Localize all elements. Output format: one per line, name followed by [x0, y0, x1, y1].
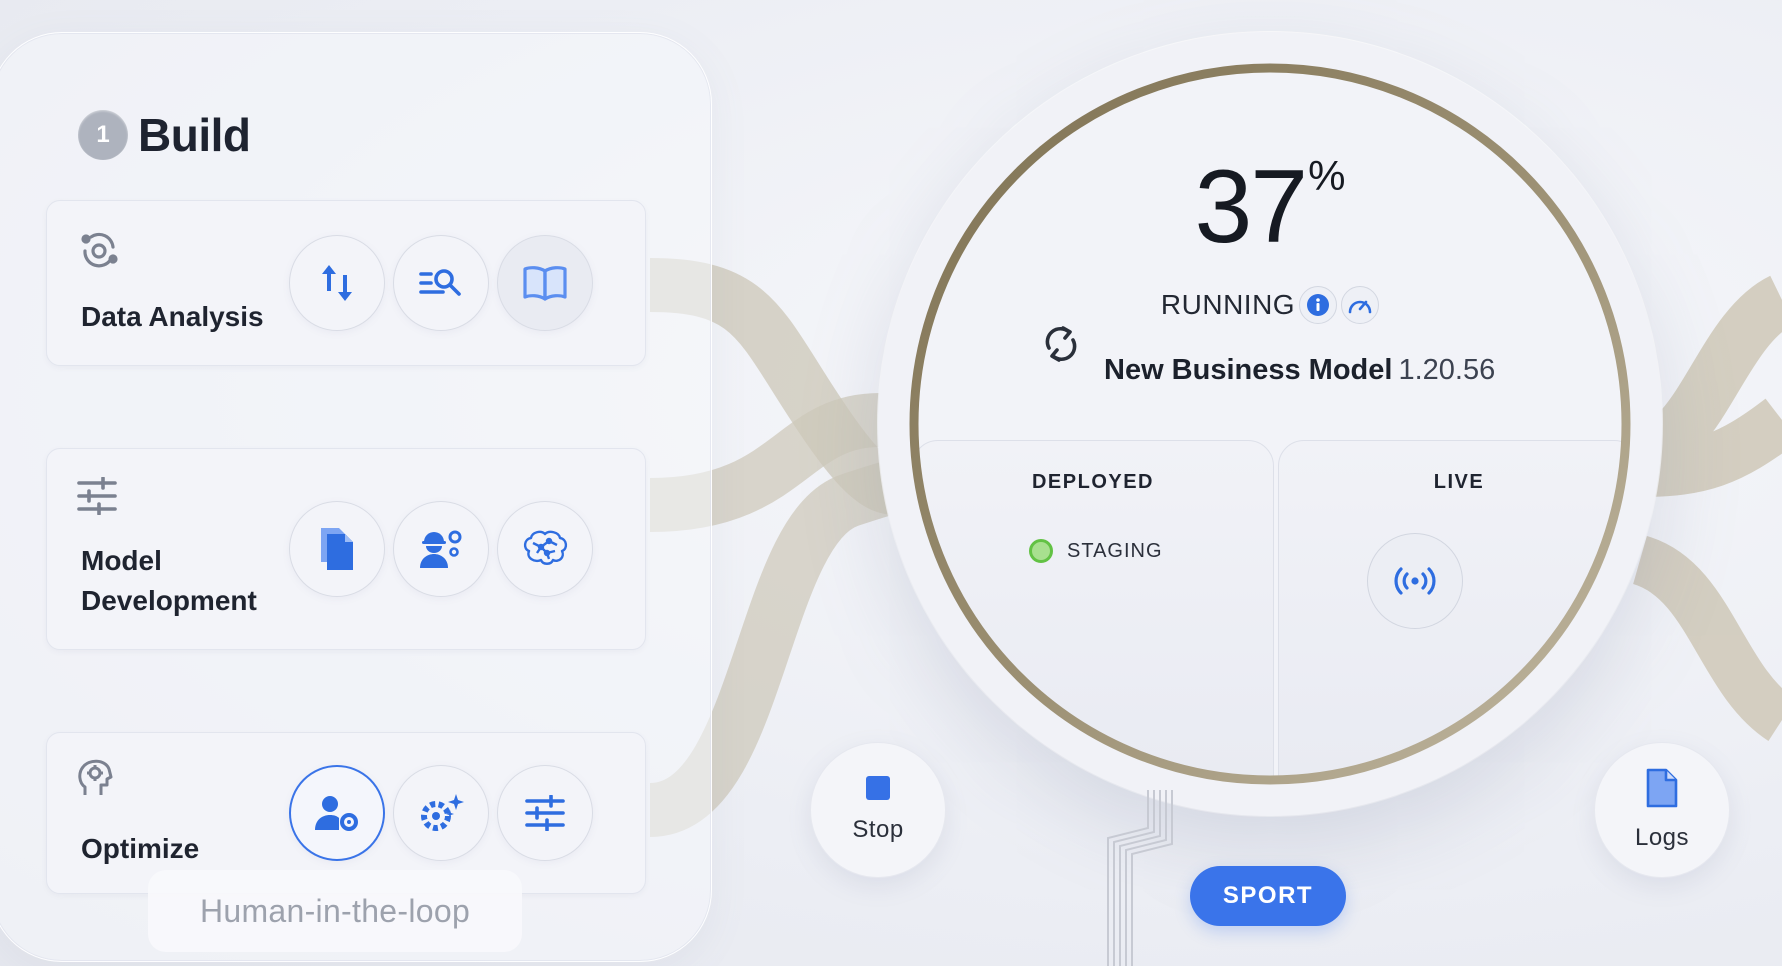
build-title: Build	[138, 109, 251, 161]
card-title: Optimize	[81, 833, 200, 864]
live-panel: LIVE	[1278, 440, 1626, 780]
sport-button[interactable]: SPORT	[1190, 866, 1346, 926]
human-in-loop-button[interactable]	[289, 765, 385, 861]
sync-icon[interactable]	[1041, 322, 1081, 366]
transfer-arrows-icon	[322, 265, 352, 301]
info-button[interactable]	[1299, 286, 1338, 324]
status-text: RUNNING	[1160, 289, 1296, 320]
neural-brain-icon	[523, 530, 568, 565]
orbit-icon	[77, 227, 121, 271]
broadcast-icon	[1394, 567, 1436, 595]
status-row: RUNNING	[914, 286, 1626, 324]
live-title: LIVE	[1433, 471, 1485, 493]
model-version: 1.20.56	[1398, 354, 1496, 386]
logs-button[interactable]: Logs	[1594, 742, 1730, 878]
engineer-button[interactable]	[393, 501, 489, 597]
stop-icon	[866, 776, 890, 800]
percent-sign: %	[1308, 152, 1346, 199]
search-list-button[interactable]	[393, 235, 489, 331]
logs-label: Logs	[1634, 824, 1690, 851]
documents-button[interactable]	[289, 501, 385, 597]
speedometer-icon	[1348, 300, 1372, 314]
documents-icon	[321, 528, 353, 570]
stop-button[interactable]: Stop	[810, 742, 946, 878]
model-name: New Business Model	[1104, 354, 1393, 386]
neural-brain-button[interactable]	[497, 501, 593, 597]
info-icon	[1307, 294, 1330, 316]
open-book-icon	[523, 266, 567, 301]
transfer-button[interactable]	[289, 235, 385, 331]
card-title-line2: Development	[81, 585, 257, 616]
card-data-analysis: Data Analysis	[46, 200, 646, 366]
sliders-icon	[77, 477, 117, 515]
sparkle-gear-icon	[421, 794, 464, 831]
progress-percent: 37%	[914, 148, 1626, 267]
stop-label: Stop	[852, 816, 904, 843]
auto-tune-button[interactable]	[393, 765, 489, 861]
head-gear-icon	[77, 757, 113, 797]
card-model-development: Model Development	[46, 448, 646, 650]
user-settings-icon	[315, 796, 358, 831]
broadcast-button[interactable]	[1367, 533, 1463, 629]
build-header: 1 Build	[78, 108, 251, 162]
staging-status: STAGING	[1029, 539, 1163, 563]
performance-button[interactable]	[1341, 286, 1380, 324]
open-book-button[interactable]	[497, 235, 593, 331]
gauge-face: 37% RUNNING New Business Model 1.20.56 D…	[914, 68, 1626, 780]
card-title-line1: Model	[81, 545, 162, 576]
tune-sliders-button[interactable]	[497, 765, 593, 861]
human-in-the-loop-label: Human-in-the-loop	[148, 870, 522, 952]
cable-lines	[1107, 790, 1173, 966]
engineer-icon	[420, 530, 462, 568]
card-title: Data Analysis	[81, 301, 264, 332]
deployed-title: DEPLOYED	[1031, 471, 1155, 493]
percent-value: 37	[1194, 149, 1308, 265]
search-list-icon	[419, 269, 461, 296]
document-icon	[1646, 768, 1678, 808]
deployed-panel: DEPLOYED STAGING	[914, 440, 1274, 780]
model-line: New Business Model 1.20.56	[1104, 354, 1495, 387]
staging-text: STAGING	[1067, 539, 1163, 562]
status-dot-icon	[1029, 539, 1053, 563]
step-number-badge: 1	[78, 110, 128, 160]
tune-sliders-icon	[525, 795, 565, 831]
